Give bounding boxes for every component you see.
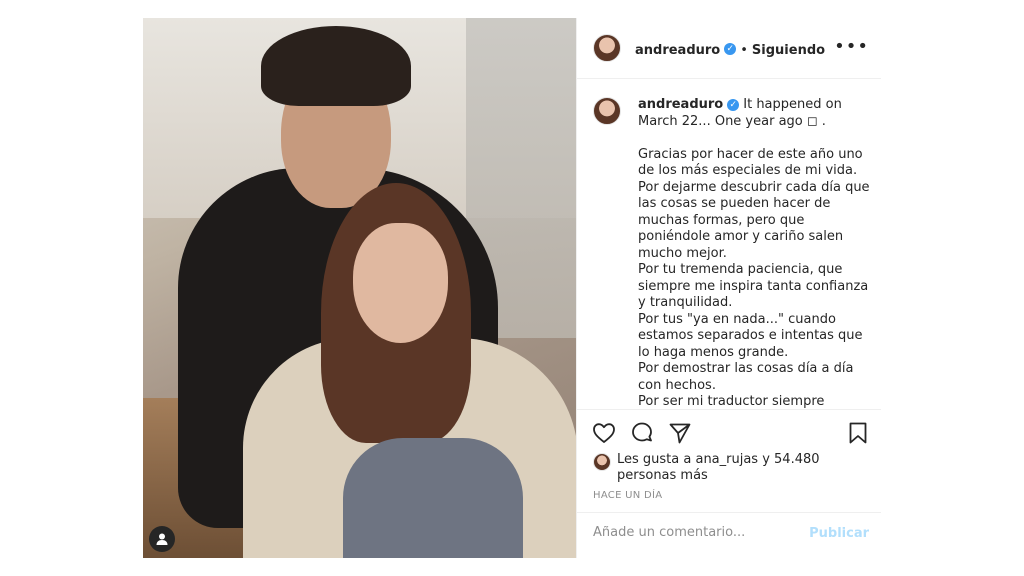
author-username[interactable]: andreaduro xyxy=(635,43,720,58)
header-author: andreaduro ✓ • Siguiendo xyxy=(635,39,825,58)
comment-box: Publicar xyxy=(577,512,881,559)
comment-icon[interactable] xyxy=(629,420,655,446)
comment-input[interactable] xyxy=(593,525,803,540)
action-icons-row xyxy=(591,420,871,446)
user-tag-icon xyxy=(156,533,168,545)
post-header: andreaduro ✓ • Siguiendo ••• xyxy=(577,18,881,79)
separator-dot: • xyxy=(740,42,748,58)
user-tag-button[interactable] xyxy=(149,526,175,552)
photo-woman-face xyxy=(353,223,448,343)
caption-username[interactable]: andreaduro xyxy=(638,97,723,112)
photo-man-hair xyxy=(261,26,411,106)
heart-icon[interactable] xyxy=(591,420,617,446)
verified-badge-icon: ✓ xyxy=(724,43,737,55)
liker-avatar xyxy=(593,453,611,471)
post-side-panel: andreaduro ✓ • Siguiendo ••• andreaduro ✓ It … xyxy=(576,18,881,558)
caption-scroll-area[interactable]: andreaduro ✓ It happened on March 22... On… xyxy=(577,79,881,409)
photo-blanket xyxy=(343,438,523,558)
bookmark-icon[interactable] xyxy=(845,420,871,446)
caption-body: It happened on March 22... One year ago … xyxy=(638,97,870,409)
instagram-post: andreaduro ✓ • Siguiendo ••• andreaduro ✓ It … xyxy=(143,18,881,558)
post-photo[interactable] xyxy=(143,18,576,558)
likes-text[interactable]: Les gusta a ana_rujas y 54.480 personas … xyxy=(617,452,867,484)
author-avatar[interactable] xyxy=(593,34,621,62)
following-button[interactable]: Siguiendo xyxy=(752,43,825,58)
share-icon[interactable] xyxy=(667,420,693,446)
more-options-icon[interactable]: ••• xyxy=(834,38,869,56)
post-timestamp[interactable]: HACE UN DÍA xyxy=(593,490,662,501)
caption-verified-badge-icon: ✓ xyxy=(727,98,740,111)
publish-button[interactable]: Publicar xyxy=(809,526,869,541)
caption-author-avatar[interactable] xyxy=(593,97,621,125)
caption-text: andreaduro ✓ It happened on March 22... On… xyxy=(638,97,870,409)
post-actions: Les gusta a ana_rujas y 54.480 personas … xyxy=(577,409,881,559)
